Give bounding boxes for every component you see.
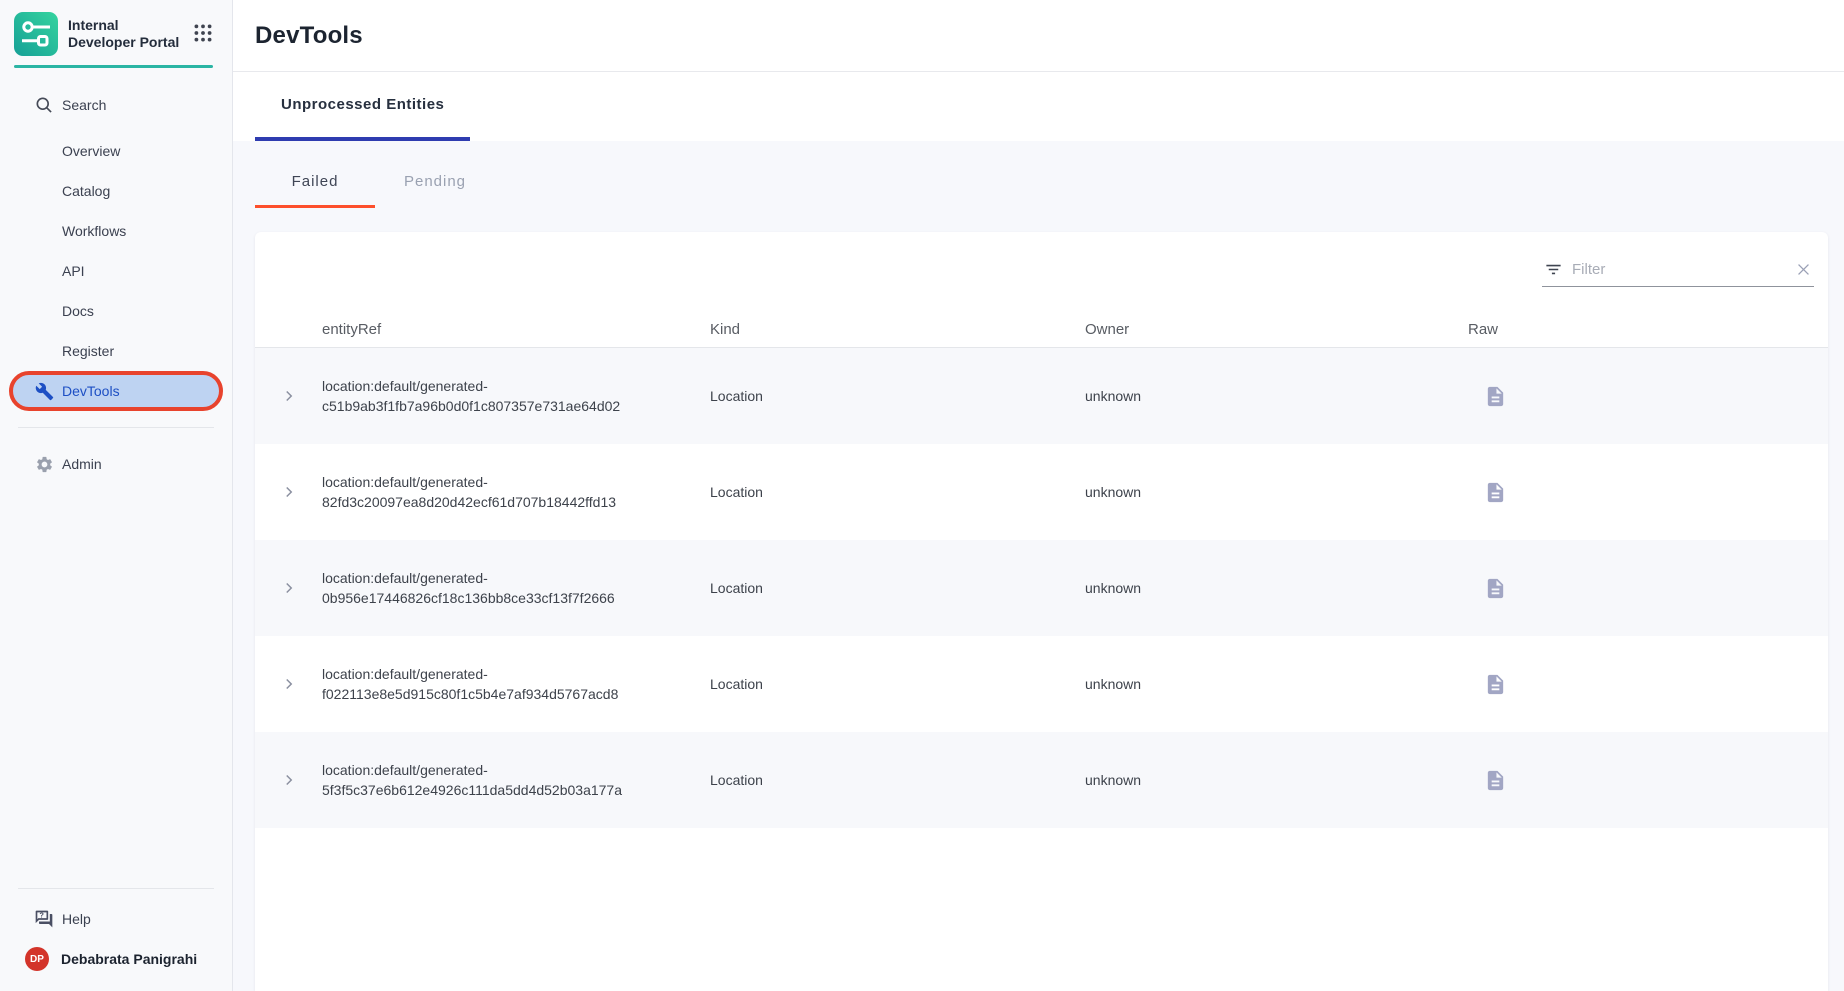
document-icon[interactable]	[1482, 383, 1509, 410]
sidebar-item-label: Docs	[62, 303, 94, 319]
expand-row-button[interactable]	[276, 575, 302, 601]
avatar: DP	[25, 947, 49, 971]
entities-table-card: entityRef Kind Owner Raw location:defaul…	[255, 232, 1828, 991]
filter-input[interactable]	[1572, 261, 1786, 278]
expand-row-button[interactable]	[276, 383, 302, 409]
table-row: location:default/generated-82fd3c20097ea…	[255, 444, 1828, 540]
sidebar-item-label: Admin	[62, 456, 102, 472]
table-row: location:default/generated-5f3f5c37e6b61…	[255, 732, 1828, 828]
sidebar-item-search[interactable]: Search	[9, 85, 223, 125]
sidebar-item-label: DevTools	[62, 383, 120, 399]
clear-filter-icon[interactable]	[1795, 261, 1812, 278]
owner-cell: unknown	[1085, 388, 1468, 404]
document-icon[interactable]	[1482, 671, 1509, 698]
tab-failed[interactable]: Failed	[255, 153, 375, 208]
kind-cell: Location	[710, 676, 1085, 692]
expand-row-button[interactable]	[276, 479, 302, 505]
sidebar-item-label: Register	[62, 343, 114, 359]
page-title: DevTools	[255, 22, 363, 50]
column-header-kind: Kind	[710, 321, 1085, 338]
owner-cell: unknown	[1085, 676, 1468, 692]
sidebar-header: Internal Developer Portal	[0, 0, 232, 65]
sub-tab-bar: Failed Pending	[255, 141, 1828, 208]
table-row: location:default/generated-c51b9ab3f1fb7…	[255, 348, 1828, 444]
gear-icon	[34, 454, 54, 474]
tab-unprocessed-entities[interactable]: Unprocessed Entities	[255, 72, 470, 141]
content-area: Failed Pending	[233, 141, 1844, 991]
help-chat-icon: ?	[34, 909, 54, 929]
sidebar-item-label: Catalog	[62, 183, 110, 199]
user-menu[interactable]: DP Debabrata Panigrahi	[0, 939, 232, 979]
primary-tab-bar: Unprocessed Entities	[233, 72, 1844, 141]
document-icon[interactable]	[1482, 575, 1509, 602]
sidebar-item-devtools[interactable]: DevTools	[9, 371, 223, 411]
sidebar-item-overview[interactable]: Overview	[9, 131, 223, 171]
sidebar-item-admin[interactable]: Admin	[9, 444, 223, 484]
app-window: Internal Developer Portal Search	[0, 0, 1844, 991]
sidebar-nav: Search Overview Catalog Workflows API Do…	[0, 68, 232, 484]
entityref-cell: location:default/generated-0b956e1744682…	[322, 568, 654, 609]
table-toolbar	[255, 232, 1828, 312]
sidebar-divider	[18, 427, 214, 428]
user-name: Debabrata Panigrahi	[61, 951, 197, 967]
wrench-icon	[34, 381, 54, 401]
sidebar-item-label: Search	[62, 97, 106, 113]
sidebar-item-register[interactable]: Register	[9, 331, 223, 371]
sidebar-divider	[18, 888, 214, 889]
main-area: DevTools Unprocessed Entities Failed Pen…	[233, 0, 1844, 991]
sidebar-item-docs[interactable]: Docs	[9, 291, 223, 331]
owner-cell: unknown	[1085, 580, 1468, 596]
owner-cell: unknown	[1085, 484, 1468, 500]
entityref-cell: location:default/generated-f022113e8e5d9…	[322, 664, 654, 705]
apps-grid-icon[interactable]	[190, 20, 216, 49]
kind-cell: Location	[710, 484, 1085, 500]
entityref-cell: location:default/generated-5f3f5c37e6b61…	[322, 760, 654, 801]
table-row: location:default/generated-0b956e1744682…	[255, 540, 1828, 636]
filter-field	[1542, 258, 1814, 287]
table-row: location:default/generated-f022113e8e5d9…	[255, 636, 1828, 732]
table-body: location:default/generated-c51b9ab3f1fb7…	[255, 348, 1828, 828]
sidebar-item-catalog[interactable]: Catalog	[9, 171, 223, 211]
svg-text:?: ?	[39, 910, 44, 919]
app-logo-icon	[14, 12, 58, 56]
column-header-owner: Owner	[1085, 321, 1468, 338]
sidebar-item-label: API	[62, 263, 85, 279]
sidebar-item-label: Help	[62, 911, 91, 927]
tab-pending[interactable]: Pending	[375, 153, 495, 208]
expand-row-button[interactable]	[276, 767, 302, 793]
entityref-cell: location:default/generated-82fd3c20097ea…	[322, 472, 654, 513]
sidebar-item-help[interactable]: ? Help	[9, 899, 223, 939]
sidebar-item-api[interactable]: API	[9, 251, 223, 291]
app-title: Internal Developer Portal	[68, 17, 180, 52]
sidebar-bottom: ? Help DP Debabrata Panigrahi	[0, 872, 232, 991]
column-header-raw: Raw	[1468, 321, 1828, 338]
sidebar-item-label: Workflows	[62, 223, 126, 239]
kind-cell: Location	[710, 580, 1085, 596]
filter-icon	[1544, 260, 1563, 279]
page-header: DevTools	[233, 0, 1844, 72]
search-icon	[34, 95, 54, 115]
kind-cell: Location	[710, 772, 1085, 788]
kind-cell: Location	[710, 388, 1085, 404]
owner-cell: unknown	[1085, 772, 1468, 788]
document-icon[interactable]	[1482, 479, 1509, 506]
sidebar: Internal Developer Portal Search	[0, 0, 233, 991]
sidebar-item-label: Overview	[62, 143, 120, 159]
document-icon[interactable]	[1482, 767, 1509, 794]
table-header-row: entityRef Kind Owner Raw	[255, 312, 1828, 348]
entityref-cell: location:default/generated-c51b9ab3f1fb7…	[322, 376, 654, 417]
column-header-entityref: entityRef	[322, 321, 710, 338]
sidebar-item-workflows[interactable]: Workflows	[9, 211, 223, 251]
expand-row-button[interactable]	[276, 671, 302, 697]
